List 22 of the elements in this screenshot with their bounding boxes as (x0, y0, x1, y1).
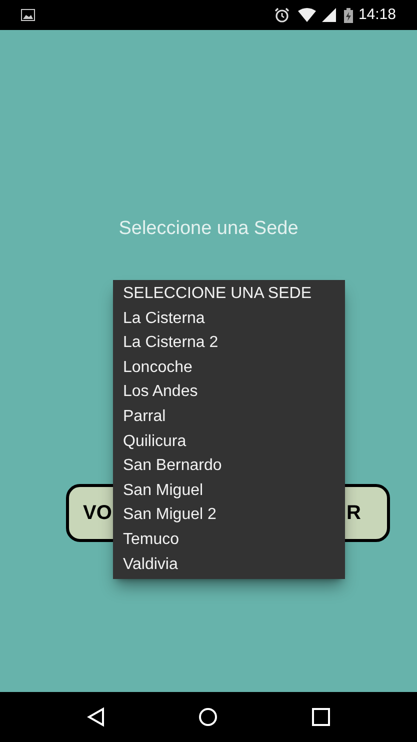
prompt-text: Seleccione una Sede (118, 217, 298, 241)
image-icon (21, 9, 35, 21)
dropdown-item[interactable]: Loncoche (113, 356, 345, 380)
dropdown-item[interactable]: San Bernardo (113, 454, 345, 479)
dropdown-item[interactable]: SELECCIONE UNA SEDE (113, 282, 345, 307)
signal-icon (322, 8, 336, 22)
back-icon[interactable] (86, 707, 105, 727)
home-icon[interactable] (198, 707, 218, 727)
dropdown-item[interactable]: Quilicura (113, 430, 345, 454)
wifi-icon (298, 8, 316, 22)
recents-icon[interactable] (312, 708, 330, 726)
dropdown-item[interactable]: Los Andes (113, 380, 345, 405)
battery-icon (344, 8, 354, 22)
dropdown-item[interactable]: San Miguel (113, 478, 345, 504)
dropdown-item[interactable]: La Cisterna (113, 306, 345, 332)
dropdown-item[interactable]: Valdivia (113, 552, 345, 578)
dropdown-item[interactable]: San Miguel 2 (113, 503, 345, 528)
dropdown-item[interactable]: Temuco (113, 528, 345, 553)
dropdown-item[interactable]: La Cisterna 2 (113, 331, 345, 356)
dropdown-item[interactable]: Parral (113, 404, 345, 430)
alarm-icon (274, 7, 290, 23)
status-time: 14:18 (358, 4, 396, 25)
